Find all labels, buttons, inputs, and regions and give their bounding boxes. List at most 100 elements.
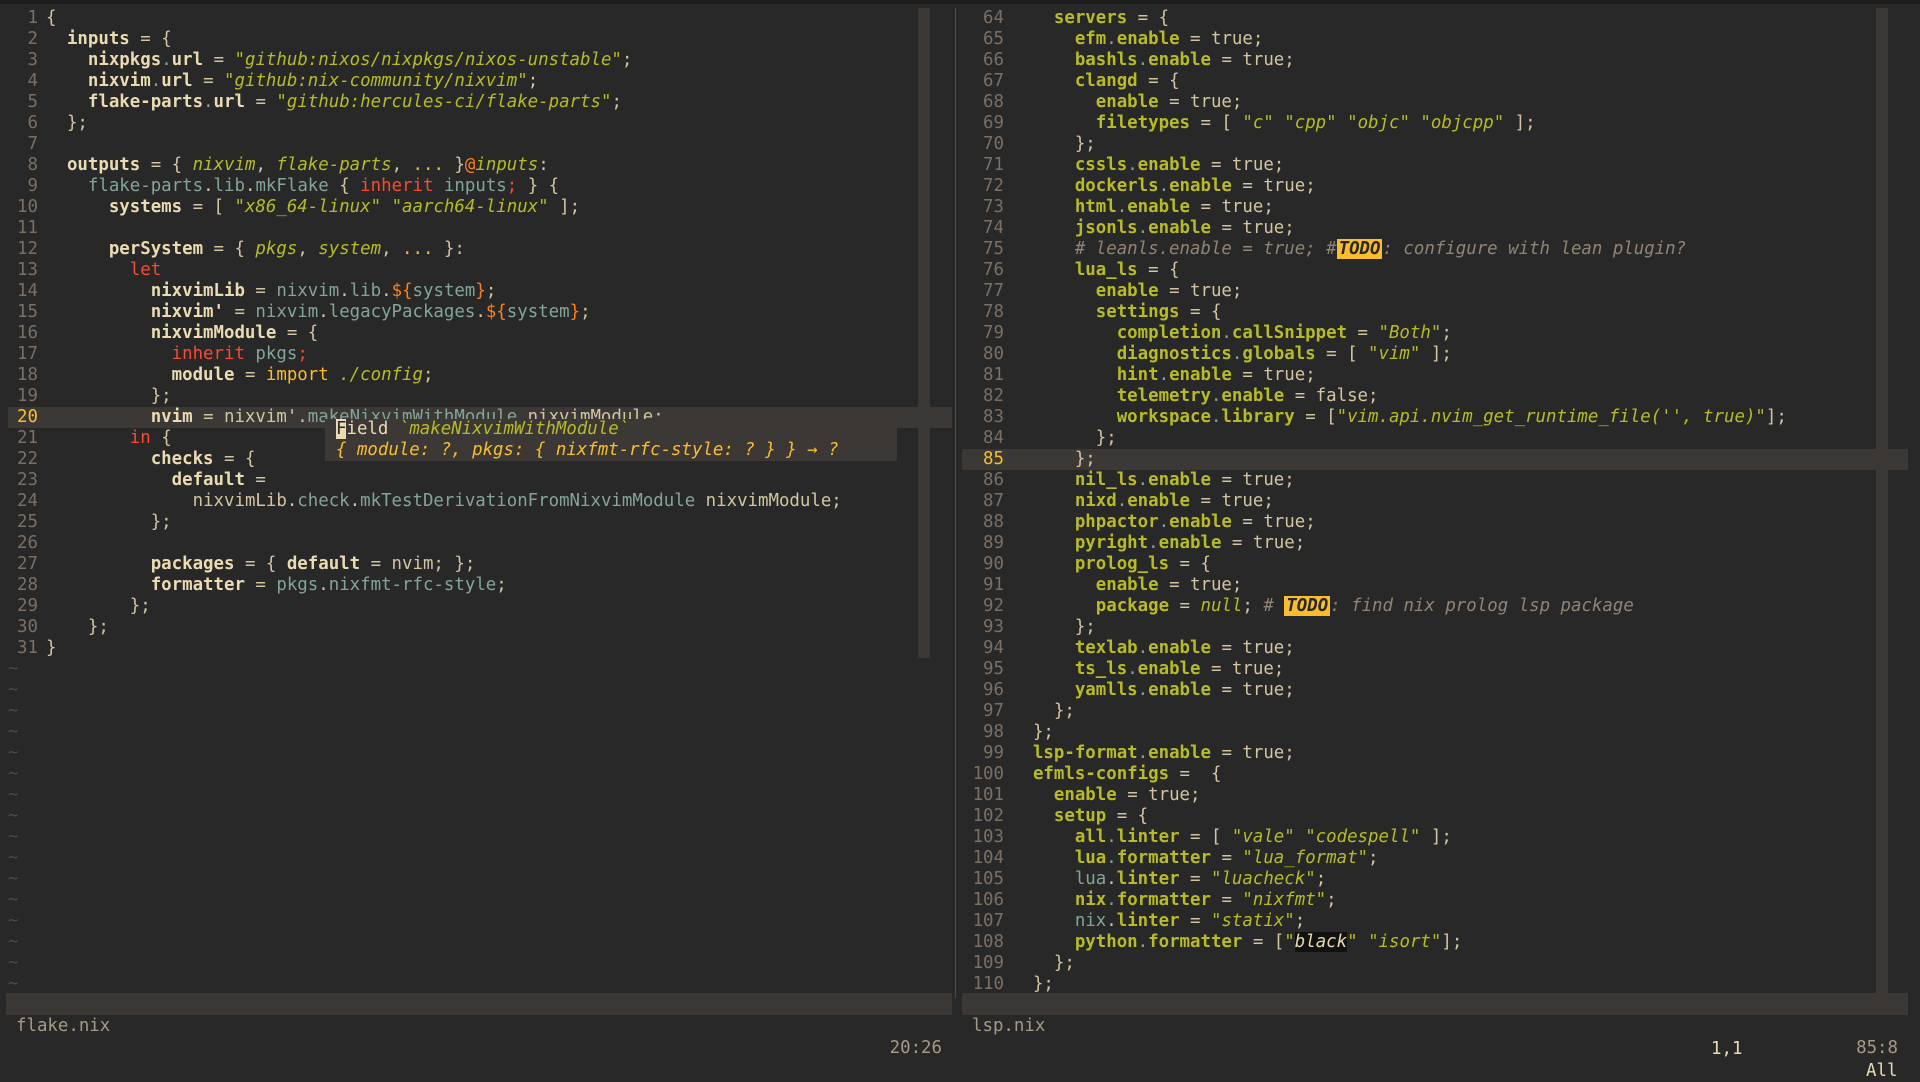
right-code-line[interactable]: 74 jsonls.enable = true; (962, 218, 1908, 239)
right-code-line[interactable]: 106 nix.formatter = "nixfmt"; (962, 890, 1908, 911)
left-code-line[interactable]: 30 }; (8, 617, 952, 638)
split-divider[interactable] (955, 8, 956, 998)
left-code-line[interactable]: 18 module = import ./config; (8, 365, 952, 386)
right-code-line[interactable]: 76 lua_ls = { (962, 260, 1908, 281)
right-code-line[interactable]: 95 ts_ls.enable = true; (962, 659, 1908, 680)
right-code-line[interactable]: 84 }; (962, 428, 1908, 449)
left-code-line[interactable]: 14 nixvimLib = nixvim.lib.${system}; (8, 281, 952, 302)
left-code-line[interactable]: 10 systems = [ "x86_64-linux" "aarch64-l… (8, 197, 952, 218)
right-code-line[interactable]: 93 }; (962, 617, 1908, 638)
right-code-line[interactable]: 105 lua.linter = "luacheck"; (962, 869, 1908, 890)
left-code-line[interactable]: 13 let (8, 260, 952, 281)
left-code-line[interactable]: 16 nixvimModule = { (8, 323, 952, 344)
right-code-line[interactable]: 85 }; (962, 449, 1908, 470)
right-code-line[interactable]: 67 clangd = { (962, 71, 1908, 92)
right-code-line[interactable]: 98 }; (962, 722, 1908, 743)
right-code-line[interactable]: 88 phpactor.enable = true; (962, 512, 1908, 533)
code-text: nix.linter = "statix"; (1004, 911, 1305, 931)
right-code-line[interactable]: 65 efm.enable = true; (962, 29, 1908, 50)
right-code-line[interactable]: 71 cssls.enable = true; (962, 155, 1908, 176)
right-code-line[interactable]: 75 # leanls.enable = true; # TODO: config… (962, 239, 1908, 260)
tilde-marker: ~ (8, 743, 19, 763)
right-code-line[interactable]: 68 enable = true; (962, 92, 1908, 113)
right-code-line[interactable]: 72 dockerls.enable = true; (962, 176, 1908, 197)
right-code-line[interactable]: 83 workspace.library = ["vim.api.nvim_ge… (962, 407, 1908, 428)
right-code-line[interactable]: 87 nixd.enable = true; (962, 491, 1908, 512)
line-number: 86 (983, 470, 1004, 490)
right-code-line[interactable]: 99 lsp-format.enable = true; (962, 743, 1908, 764)
right-code-line[interactable]: 79 completion.callSnippet = "Both"; (962, 323, 1908, 344)
left-code-line[interactable]: 26 (8, 533, 952, 554)
line-number: 78 (983, 302, 1004, 322)
right-code-line[interactable]: 108 python.formatter = ["black" "isort"]… (962, 932, 1908, 953)
left-code-line[interactable]: 27 packages = { default = nvim; }; (8, 554, 952, 575)
left-code-line[interactable]: 4 nixvim.url = "github:nix-community/nix… (8, 71, 952, 92)
left-code-line[interactable]: 25 }; (8, 512, 952, 533)
right-code-line[interactable]: 73 html.enable = true; (962, 197, 1908, 218)
right-code-line[interactable]: 94 texlab.enable = true; (962, 638, 1908, 659)
code-token: inputs (443, 176, 507, 196)
right-code-line[interactable]: 101 enable = true; (962, 785, 1908, 806)
code-token: = { (1169, 554, 1211, 574)
right-code-line[interactable]: 90 prolog_ls = { (962, 554, 1908, 575)
line-number: 22 (17, 449, 38, 469)
left-code-line[interactable]: 9 flake-parts.lib.mkFlake { inherit inpu… (8, 176, 952, 197)
right-code-line[interactable]: 109 }; (962, 953, 1908, 974)
right-editor-pane[interactable]: 64 servers = {65 efm.enable = true; 66 ba… (962, 8, 1908, 998)
left-code-line[interactable]: 23 default = (8, 470, 952, 491)
right-code-line[interactable]: 102 setup = { (962, 806, 1908, 827)
right-code-line[interactable]: 86 nil_ls.enable = true; (962, 470, 1908, 491)
code-token: = nixvim'. (192, 407, 308, 427)
code-token: # leanls.enable = true; # (1074, 239, 1337, 259)
right-code-line[interactable]: 69 filetypes = [ "c" "cpp" "objc" "objcp… (962, 113, 1908, 134)
right-code-line[interactable]: 107 nix.linter = "statix"; (962, 911, 1908, 932)
left-code-line[interactable]: 17 inherit pkgs; (8, 344, 952, 365)
code-token: import (265, 365, 329, 385)
left-editor-pane[interactable]: 1{2 inputs = {3 nixpkgs.url = "github:ni… (8, 8, 952, 998)
right-code-line[interactable]: 82 telemetry.enable = false; (962, 386, 1908, 407)
right-code-line[interactable]: 78 settings = { (962, 302, 1908, 323)
right-code-line[interactable]: 66 bashls.enable = true; (962, 50, 1908, 71)
line-number: 72 (983, 176, 1004, 196)
code-text: }; (38, 512, 172, 532)
left-code-line[interactable]: 6 }; (8, 113, 952, 134)
right-code-line[interactable]: 100 efmls-configs = { (962, 764, 1908, 785)
command-line[interactable]: 1,1 All (0, 1016, 1920, 1081)
right-code-line[interactable]: 97 }; (962, 701, 1908, 722)
code-token: system (506, 302, 570, 322)
right-code-line[interactable]: 96 yamlls.enable = true; (962, 680, 1908, 701)
right-code-line[interactable]: 80 diagnostics.globals = [ "vim" ]; (962, 344, 1908, 365)
left-code-line[interactable]: 29 }; (8, 596, 952, 617)
left-code-line[interactable]: 2 inputs = { (8, 29, 952, 50)
right-code-line[interactable]: 77 enable = true; (962, 281, 1908, 302)
right-code-line[interactable]: 104 lua.formatter = "lua_format"; (962, 848, 1908, 869)
left-code-line[interactable]: 1{ (8, 8, 952, 29)
left-code-line[interactable]: 24 nixvimLib.check.mkTestDerivationFromN… (8, 491, 952, 512)
left-code-line[interactable]: 5 flake-parts.url = "github:hercules-ci/… (8, 92, 952, 113)
hover-documentation-popup[interactable]: Field `makeNixvimWithModule` { module: ?… (325, 419, 897, 461)
left-code-line[interactable]: 19 }; (8, 386, 952, 407)
left-code-line[interactable]: 7 (8, 134, 952, 155)
left-code-line[interactable]: 11 (8, 218, 952, 239)
code-token: nixd (1074, 491, 1117, 511)
left-code-line[interactable]: 3 nixpkgs.url = "github:nixos/nixpkgs/ni… (8, 50, 952, 71)
left-code-line[interactable]: 28 formatter = pkgs.nixfmt-rfc-style; (8, 575, 952, 596)
right-code-line[interactable]: 110 }; (962, 974, 1908, 995)
code-text: perSystem = { pkgs, system, ... }: (38, 239, 465, 259)
code-text: telemetry.enable = false; (1004, 386, 1379, 406)
right-code-line[interactable]: 89 pyright.enable = true; (962, 533, 1908, 554)
right-code-line[interactable]: 81 hint.enable = true; (962, 365, 1908, 386)
left-code-line[interactable]: 31} (8, 638, 952, 659)
line-number: 105 (972, 869, 1004, 889)
right-code-line[interactable]: 70 }; (962, 134, 1908, 155)
left-code-line[interactable]: 8 outputs = { nixvim, flake-parts, ... }… (8, 155, 952, 176)
code-token: = (224, 302, 256, 322)
left-code-line[interactable]: 12 perSystem = { pkgs, system, ... }: (8, 239, 952, 260)
left-code-line[interactable]: 15 nixvim' = nixvim.legacyPackages.${sys… (8, 302, 952, 323)
right-code-line[interactable]: 92 package = null; # TODO: find nix prol… (962, 596, 1908, 617)
right-code-line[interactable]: 103 all.linter = [ "vale" "codespell" ]; (962, 827, 1908, 848)
right-code-line[interactable]: 64 servers = { (962, 8, 1908, 29)
right-code-line[interactable]: 91 enable = true; (962, 575, 1908, 596)
